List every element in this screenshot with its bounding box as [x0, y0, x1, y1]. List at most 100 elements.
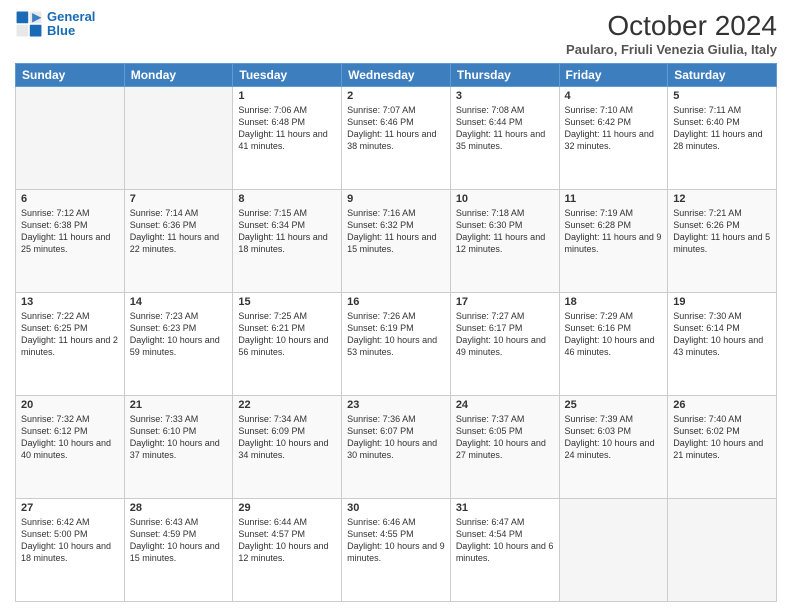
day-number-31: 31 [456, 502, 554, 514]
day-info-15: Sunrise: 7:25 AM Sunset: 6:21 PM Dayligh… [238, 310, 336, 359]
day-info-8: Sunrise: 7:15 AM Sunset: 6:34 PM Dayligh… [238, 207, 336, 256]
calendar-cell-w5-d1: 27Sunrise: 6:42 AM Sunset: 5:00 PM Dayli… [16, 499, 125, 602]
col-tuesday: Tuesday [233, 64, 342, 87]
day-info-26: Sunrise: 7:40 AM Sunset: 6:02 PM Dayligh… [673, 413, 771, 462]
calendar-cell-w1-d7: 5Sunrise: 7:11 AM Sunset: 6:40 PM Daylig… [668, 87, 777, 190]
calendar-week-1: 1 Sunrise: 7:06 AM Sunset: 6:48 PM Daylig… [16, 87, 777, 190]
day-info-12: Sunrise: 7:21 AM Sunset: 6:26 PM Dayligh… [673, 207, 771, 256]
calendar-cell-w4-d6: 25Sunrise: 7:39 AM Sunset: 6:03 PM Dayli… [559, 396, 668, 499]
day-info-4: Sunrise: 7:10 AM Sunset: 6:42 PM Dayligh… [565, 104, 663, 153]
calendar-cell-w4-d7: 26 Sunrise: 7:40 AM Sunset: 6:02 PM Dayli… [668, 396, 777, 499]
day-number-23: 23 [347, 399, 445, 411]
logo-general: General [47, 9, 95, 24]
calendar-cell-w1-d4: 2Sunrise: 7:07 AM Sunset: 6:46 PM Daylig… [342, 87, 451, 190]
day-info-9: Sunrise: 7:16 AM Sunset: 6:32 PM Dayligh… [347, 207, 445, 256]
calendar-cell-w3-d6: 18 Sunrise: 7:29 AM Sunset: 6:16 PM Dayli… [559, 293, 668, 396]
day-number-18: 18 [565, 296, 663, 308]
day-number-28: 28 [130, 502, 228, 514]
calendar-cell-w3-d5: 17Sunrise: 7:27 AM Sunset: 6:17 PM Dayli… [450, 293, 559, 396]
calendar-cell-w1-d5: 3 Sunrise: 7:08 AM Sunset: 6:44 PM Daylig… [450, 87, 559, 190]
day-info-22: Sunrise: 7:34 AM Sunset: 6:09 PM Dayligh… [238, 413, 336, 462]
day-info-14: Sunrise: 7:23 AM Sunset: 6:23 PM Dayligh… [130, 310, 228, 359]
day-number-6: 6 [21, 193, 119, 205]
day-number-22: 22 [238, 399, 336, 411]
day-info-7: Sunrise: 7:14 AM Sunset: 6:36 PM Dayligh… [130, 207, 228, 256]
calendar-cell-w2-d1: 6 Sunrise: 7:12 AM Sunset: 6:38 PM Daylig… [16, 190, 125, 293]
calendar-cell-w4-d2: 21Sunrise: 7:33 AM Sunset: 6:10 PM Dayli… [124, 396, 233, 499]
calendar-cell-w5-d4: 30Sunrise: 6:46 AM Sunset: 4:55 PM Dayli… [342, 499, 451, 602]
calendar-week-4: 20Sunrise: 7:32 AM Sunset: 6:12 PM Dayli… [16, 396, 777, 499]
day-info-16: Sunrise: 7:26 AM Sunset: 6:19 PM Dayligh… [347, 310, 445, 359]
day-number-7: 7 [130, 193, 228, 205]
calendar-cell-w5-d6 [559, 499, 668, 602]
logo-blue: Blue [47, 23, 75, 38]
day-number-8: 8 [238, 193, 336, 205]
day-number-19: 19 [673, 296, 771, 308]
day-number-9: 9 [347, 193, 445, 205]
day-info-27: Sunrise: 6:42 AM Sunset: 5:00 PM Dayligh… [21, 516, 119, 565]
calendar-cell-w1-d3: 1 Sunrise: 7:06 AM Sunset: 6:48 PM Daylig… [233, 87, 342, 190]
calendar-cell-w2-d7: 12Sunrise: 7:21 AM Sunset: 6:26 PM Dayli… [668, 190, 777, 293]
calendar-cell-w4-d3: 22 Sunrise: 7:34 AM Sunset: 6:09 PM Dayli… [233, 396, 342, 499]
day-info-24: Sunrise: 7:37 AM Sunset: 6:05 PM Dayligh… [456, 413, 554, 462]
day-number-24: 24 [456, 399, 554, 411]
col-saturday: Saturday [668, 64, 777, 87]
day-number-4: 4 [565, 90, 663, 102]
logo-icon [15, 10, 43, 38]
calendar-cell-w5-d2: 28 Sunrise: 6:43 AM Sunset: 4:59 PM Dayli… [124, 499, 233, 602]
main-title: October 2024 [566, 10, 777, 42]
day-info-29: Sunrise: 6:44 AM Sunset: 4:57 PM Dayligh… [238, 516, 336, 565]
day-info-31: Sunrise: 6:47 AM Sunset: 4:54 PM Dayligh… [456, 516, 554, 565]
day-info-13: Sunrise: 7:22 AM Sunset: 6:25 PM Dayligh… [21, 310, 119, 359]
calendar-cell-w5-d3: 29 Sunrise: 6:44 AM Sunset: 4:57 PM Dayli… [233, 499, 342, 602]
calendar-cell-w5-d7 [668, 499, 777, 602]
day-info-1: Sunrise: 7:06 AM Sunset: 6:48 PM Dayligh… [238, 104, 336, 153]
day-number-10: 10 [456, 193, 554, 205]
day-info-2: Sunrise: 7:07 AM Sunset: 6:46 PM Dayligh… [347, 104, 445, 153]
day-number-16: 16 [347, 296, 445, 308]
calendar-cell-w3-d1: 13 Sunrise: 7:22 AM Sunset: 6:25 PM Dayli… [16, 293, 125, 396]
calendar-cell-w4-d5: 24 Sunrise: 7:37 AM Sunset: 6:05 PM Dayli… [450, 396, 559, 499]
day-number-3: 3 [456, 90, 554, 102]
calendar-cell-w1-d2 [124, 87, 233, 190]
calendar-week-2: 6 Sunrise: 7:12 AM Sunset: 6:38 PM Daylig… [16, 190, 777, 293]
day-number-1: 1 [238, 90, 336, 102]
calendar-cell-w5-d5: 31 Sunrise: 6:47 AM Sunset: 4:54 PM Dayli… [450, 499, 559, 602]
day-info-20: Sunrise: 7:32 AM Sunset: 6:12 PM Dayligh… [21, 413, 119, 462]
calendar-cell-w3-d4: 16 Sunrise: 7:26 AM Sunset: 6:19 PM Dayli… [342, 293, 451, 396]
calendar-cell-w1-d6: 4 Sunrise: 7:10 AM Sunset: 6:42 PM Daylig… [559, 87, 668, 190]
calendar-cell-w2-d2: 7 Sunrise: 7:14 AM Sunset: 6:36 PM Daylig… [124, 190, 233, 293]
day-number-14: 14 [130, 296, 228, 308]
subtitle: Paularo, Friuli Venezia Giulia, Italy [566, 42, 777, 57]
day-info-18: Sunrise: 7:29 AM Sunset: 6:16 PM Dayligh… [565, 310, 663, 359]
day-number-25: 25 [565, 399, 663, 411]
day-info-19: Sunrise: 7:30 AM Sunset: 6:14 PM Dayligh… [673, 310, 771, 359]
header: General Blue October 2024 Paularo, Friul… [15, 10, 777, 57]
day-number-5: 5 [673, 90, 771, 102]
day-number-29: 29 [238, 502, 336, 514]
day-info-30: Sunrise: 6:46 AM Sunset: 4:55 PM Dayligh… [347, 516, 445, 565]
page: General Blue October 2024 Paularo, Friul… [0, 0, 792, 612]
day-info-10: Sunrise: 7:18 AM Sunset: 6:30 PM Dayligh… [456, 207, 554, 256]
calendar-cell-w2-d3: 8 Sunrise: 7:15 AM Sunset: 6:34 PM Daylig… [233, 190, 342, 293]
calendar-cell-w4-d1: 20Sunrise: 7:32 AM Sunset: 6:12 PM Dayli… [16, 396, 125, 499]
calendar-cell-w4-d4: 23Sunrise: 7:36 AM Sunset: 6:07 PM Dayli… [342, 396, 451, 499]
day-number-17: 17 [456, 296, 554, 308]
day-number-13: 13 [21, 296, 119, 308]
calendar-week-5: 27Sunrise: 6:42 AM Sunset: 5:00 PM Dayli… [16, 499, 777, 602]
calendar-cell-w3-d2: 14 Sunrise: 7:23 AM Sunset: 6:23 PM Dayli… [124, 293, 233, 396]
day-info-28: Sunrise: 6:43 AM Sunset: 4:59 PM Dayligh… [130, 516, 228, 565]
calendar-body: 1 Sunrise: 7:06 AM Sunset: 6:48 PM Daylig… [16, 87, 777, 602]
calendar-cell-w1-d1 [16, 87, 125, 190]
calendar-cell-w2-d6: 11Sunrise: 7:19 AM Sunset: 6:28 PM Dayli… [559, 190, 668, 293]
col-monday: Monday [124, 64, 233, 87]
calendar-cell-w3-d3: 15Sunrise: 7:25 AM Sunset: 6:21 PM Dayli… [233, 293, 342, 396]
col-sunday: Sunday [16, 64, 125, 87]
calendar-cell-w3-d7: 19 Sunrise: 7:30 AM Sunset: 6:14 PM Dayli… [668, 293, 777, 396]
day-info-3: Sunrise: 7:08 AM Sunset: 6:44 PM Dayligh… [456, 104, 554, 153]
day-number-26: 26 [673, 399, 771, 411]
day-info-6: Sunrise: 7:12 AM Sunset: 6:38 PM Dayligh… [21, 207, 119, 256]
logo: General Blue [15, 10, 95, 39]
calendar-cell-w2-d4: 9 Sunrise: 7:16 AM Sunset: 6:32 PM Daylig… [342, 190, 451, 293]
col-wednesday: Wednesday [342, 64, 451, 87]
